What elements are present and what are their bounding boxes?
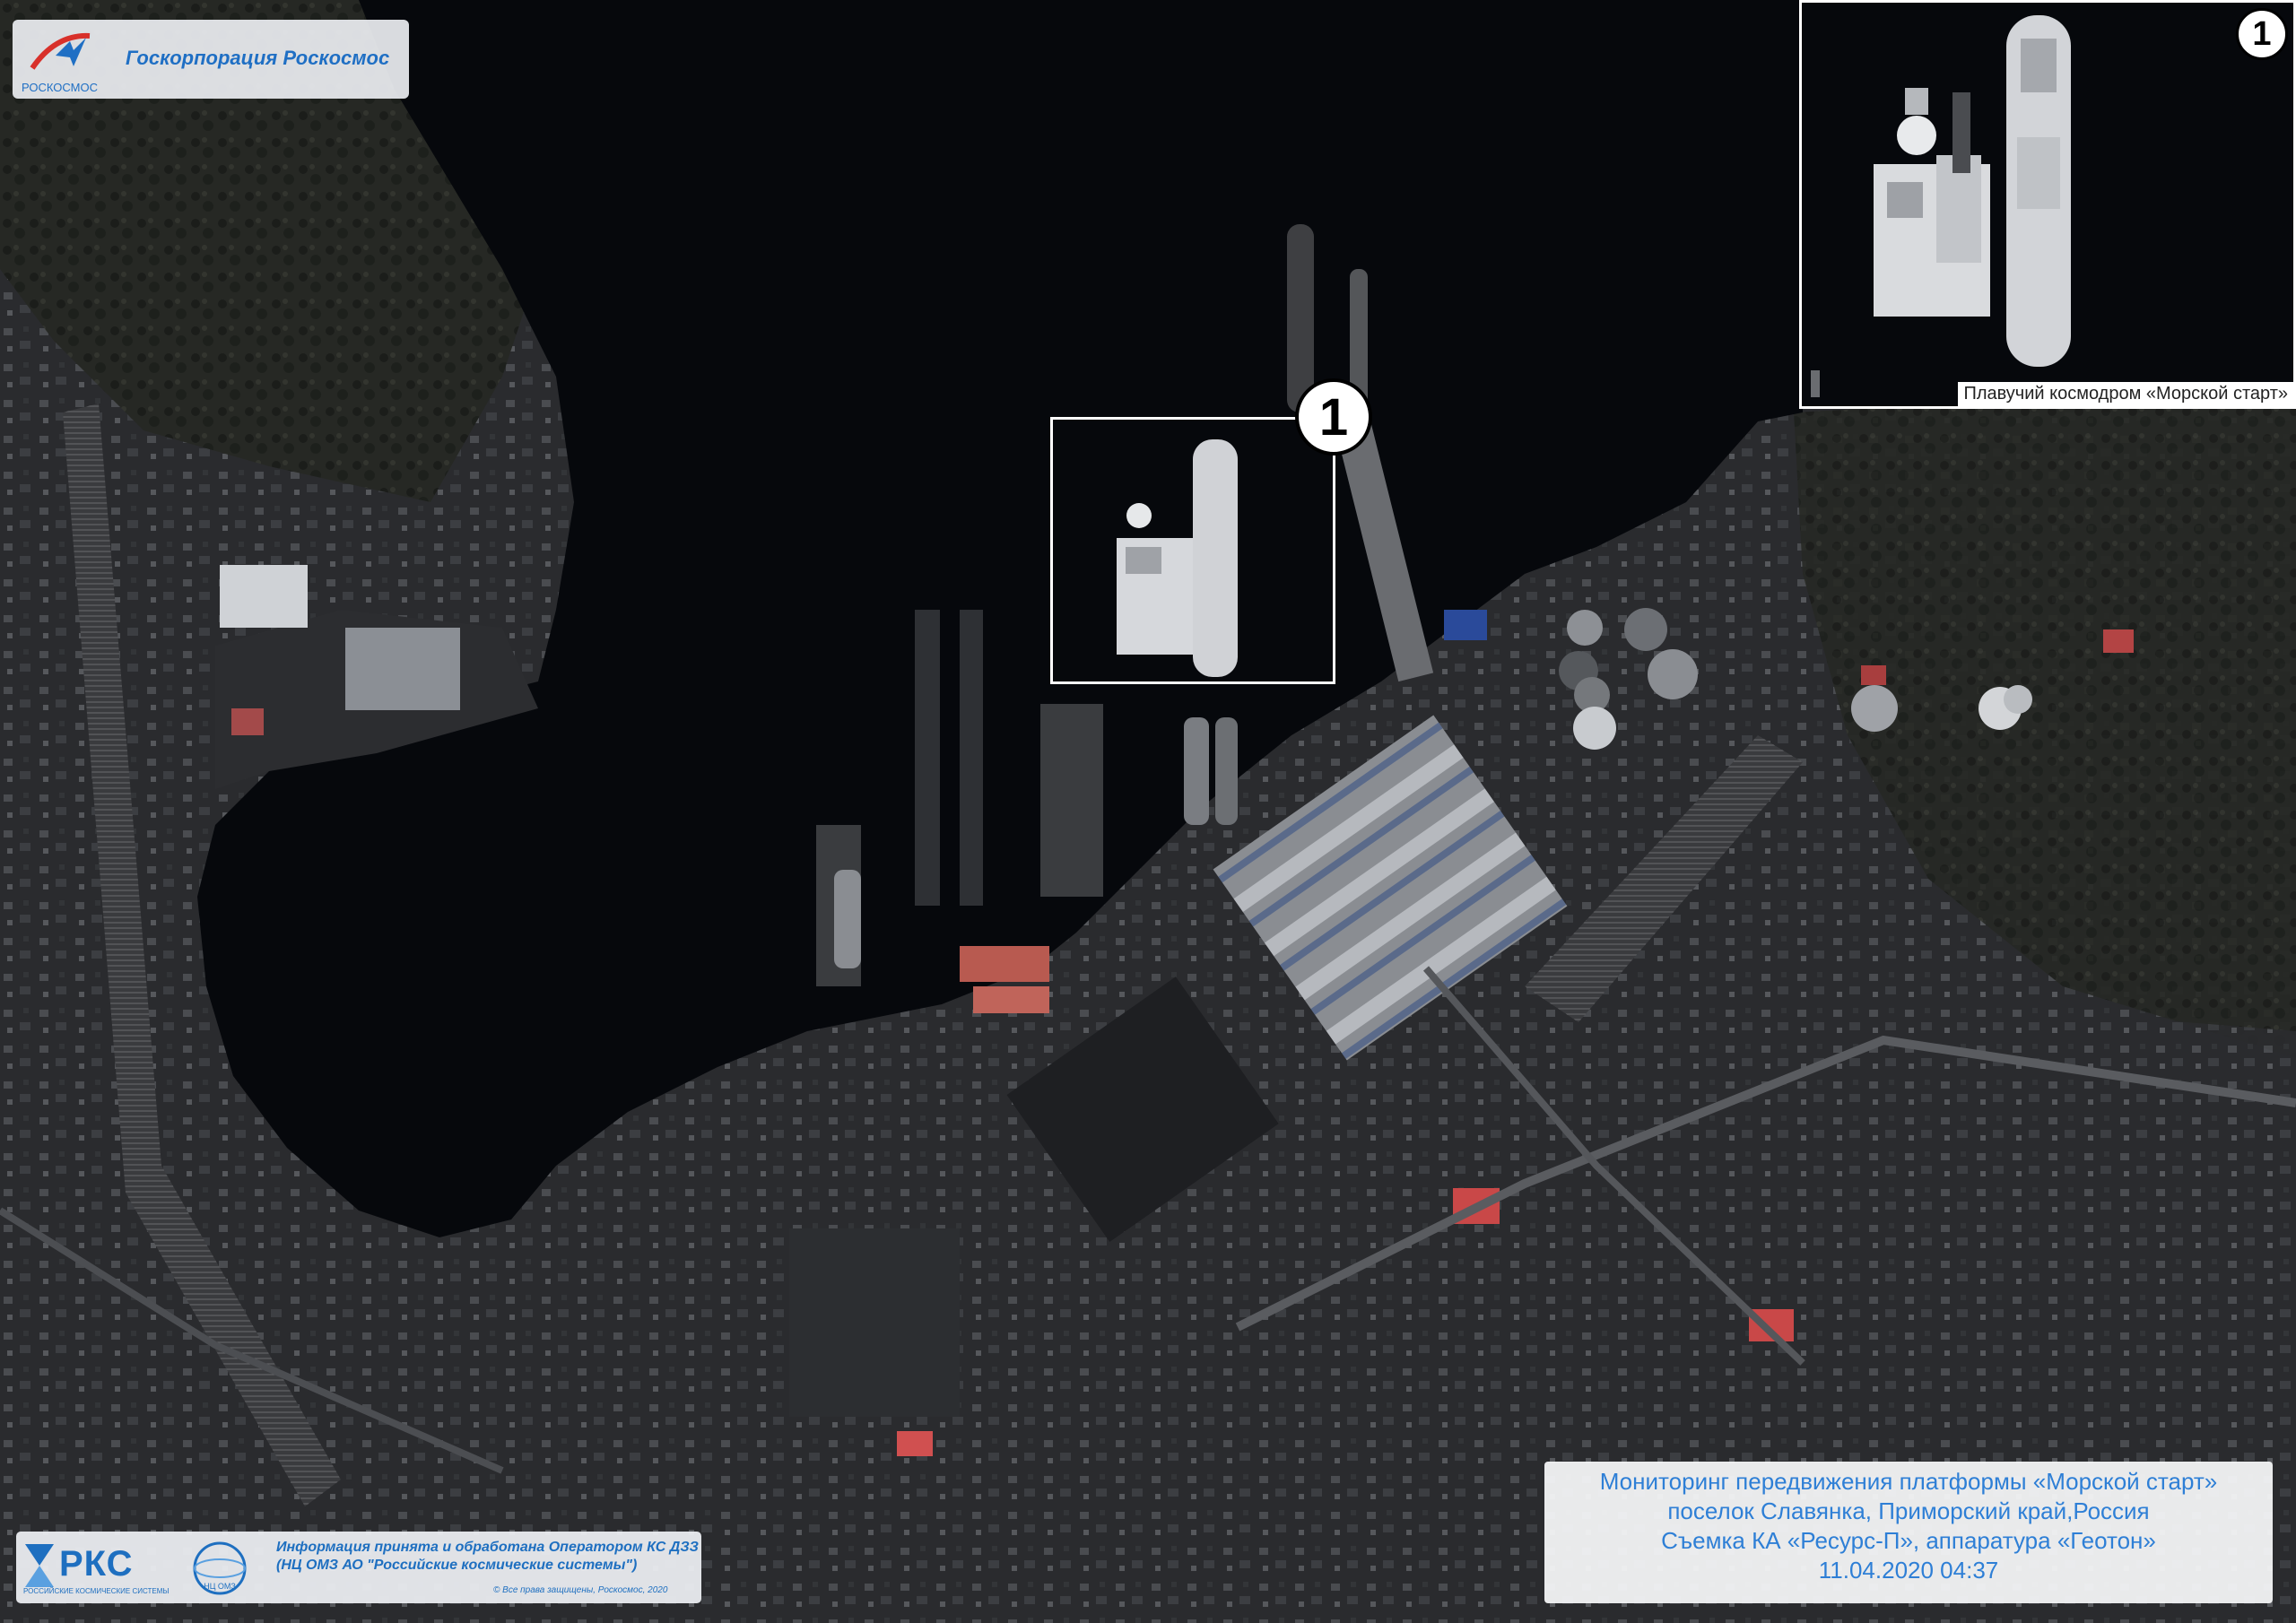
rks-logo-text: РКС: [59, 1544, 134, 1584]
caption-datetime: 11.04.2020 04:37: [1818, 1557, 1999, 1584]
inset-image: [1802, 3, 2293, 406]
omz-logo-icon: НЦ ОМЗ: [193, 1541, 247, 1595]
main-marker-number: 1: [1318, 387, 1349, 447]
operator-info: Информация принята и обработана Оператор…: [276, 1539, 699, 1575]
operator-info-line2: (НЦ ОМЗ АО "Российские космические систе…: [276, 1558, 638, 1573]
caption-location: поселок Славянка, Приморский край,Россия: [1667, 1497, 2150, 1524]
inset-caption: Плавучий космодром «Морской старт»: [1958, 382, 2293, 406]
caption-sensor: Съемка КА «Ресурс-П», аппаратура «Геотон…: [1661, 1527, 2156, 1554]
logo-wordmark: РОСКОСМОС: [22, 81, 98, 94]
omz-logo-text: НЦ ОМЗ: [204, 1582, 236, 1591]
rks-footer-panel: РКС РОССИЙСКИЕ КОСМИЧЕСКИЕ СИСТЕМЫ НЦ ОМ…: [16, 1532, 701, 1603]
caption-title: Мониторинг передвижения платформы «Морск…: [1599, 1468, 2218, 1495]
platform-highlight-box: [1050, 417, 1335, 684]
inset-zoom-panel: 1 Плавучий космодром «Морской старт»: [1799, 0, 2296, 409]
org-name: Госкорпорация Роскосмос: [126, 47, 390, 69]
operator-info-line1: Информация принята и обработана Оператор…: [276, 1540, 699, 1555]
inset-marker-number: 1: [2252, 14, 2272, 53]
roscosmos-logo-icon: РОСКОСМОС: [22, 32, 98, 94]
image-caption-panel: Мониторинг передвижения платформы «Морск…: [1544, 1462, 2273, 1603]
copyright-note: © Все права защищены, Роскосмос, 2020: [493, 1585, 668, 1595]
rks-subtitle: РОССИЙСКИЕ КОСМИЧЕСКИЕ СИСТЕМЫ: [23, 1587, 170, 1595]
inset-marker-badge: 1: [2236, 8, 2288, 60]
main-marker-badge: 1: [1295, 378, 1372, 456]
roscosmos-logo-panel: РОСКОСМОС Госкорпорация Роскосмос: [13, 20, 409, 99]
